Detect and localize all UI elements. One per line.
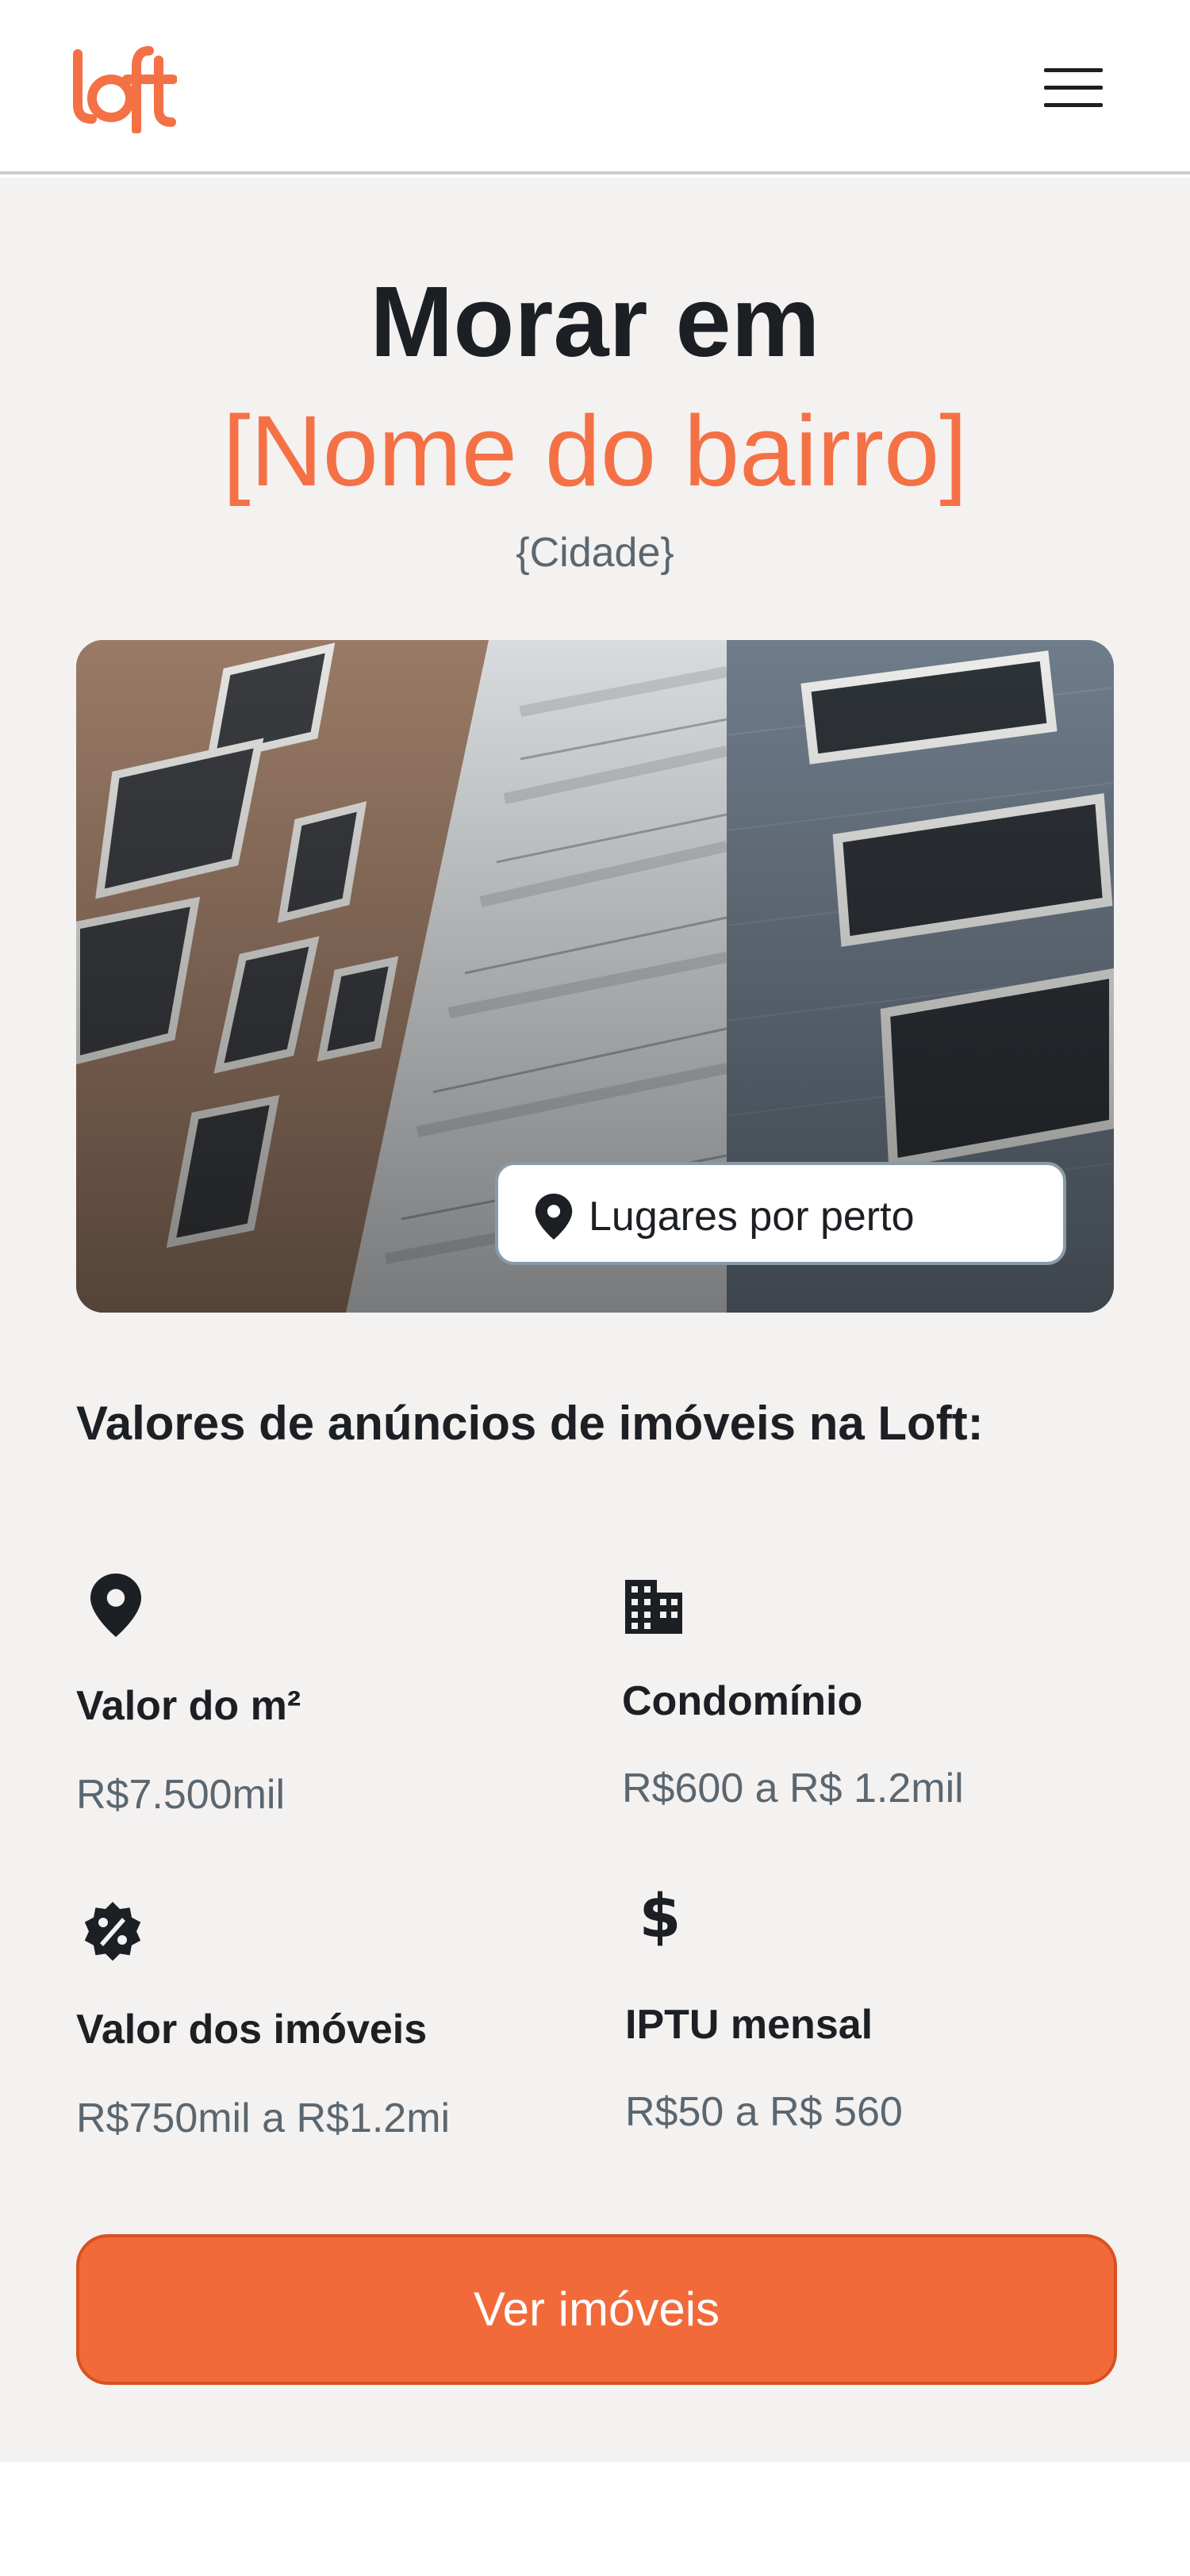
values-heading: Valores de anúncios de imóveis na Loft: xyxy=(76,1397,984,1450)
location-pin-icon xyxy=(535,1194,573,1240)
neighborhood-name: [Nome do bairro] xyxy=(222,395,968,507)
hamburger-menu-icon[interactable] xyxy=(1044,68,1103,108)
stat-value-iptu: R$50 a R$ 560 xyxy=(625,2089,903,2135)
nearby-places-label: Lugares por perto xyxy=(589,1194,915,1240)
stat-label-property-price: Valor dos imóveis xyxy=(76,2007,428,2053)
stat-value-condo-fee: R$600 a R$ 1.2mil xyxy=(622,1765,964,1811)
discount-badge-icon xyxy=(84,1902,141,1961)
location-pin-icon xyxy=(90,1574,141,1637)
stat-value-price-per-sqm: R$7.500mil xyxy=(76,1772,286,1818)
stat-label-condo-fee: Condomínio xyxy=(622,1678,863,1724)
dollar-icon: $ xyxy=(639,1884,681,1948)
page-title: Morar em xyxy=(370,266,820,378)
stat-label-iptu: IPTU mensal xyxy=(625,2002,873,2048)
stat-label-price-per-sqm: Valor do m² xyxy=(76,1683,301,1729)
city-name: {Cidade} xyxy=(516,530,674,576)
building-icon xyxy=(625,1580,682,1634)
loft-logo[interactable] xyxy=(70,43,177,133)
svg-text:$: $ xyxy=(639,1884,681,1948)
top-header xyxy=(0,0,1190,174)
view-properties-button[interactable]: Ver imóveis xyxy=(76,2234,1117,2385)
nearby-places-button[interactable]: Lugares por perto xyxy=(495,1162,1066,1265)
main-content: Morar em [Nome do bairro] {Cidade} Lugar… xyxy=(0,178,1190,2462)
stat-value-property-price: R$750mil a R$1.2mi xyxy=(76,2095,451,2141)
